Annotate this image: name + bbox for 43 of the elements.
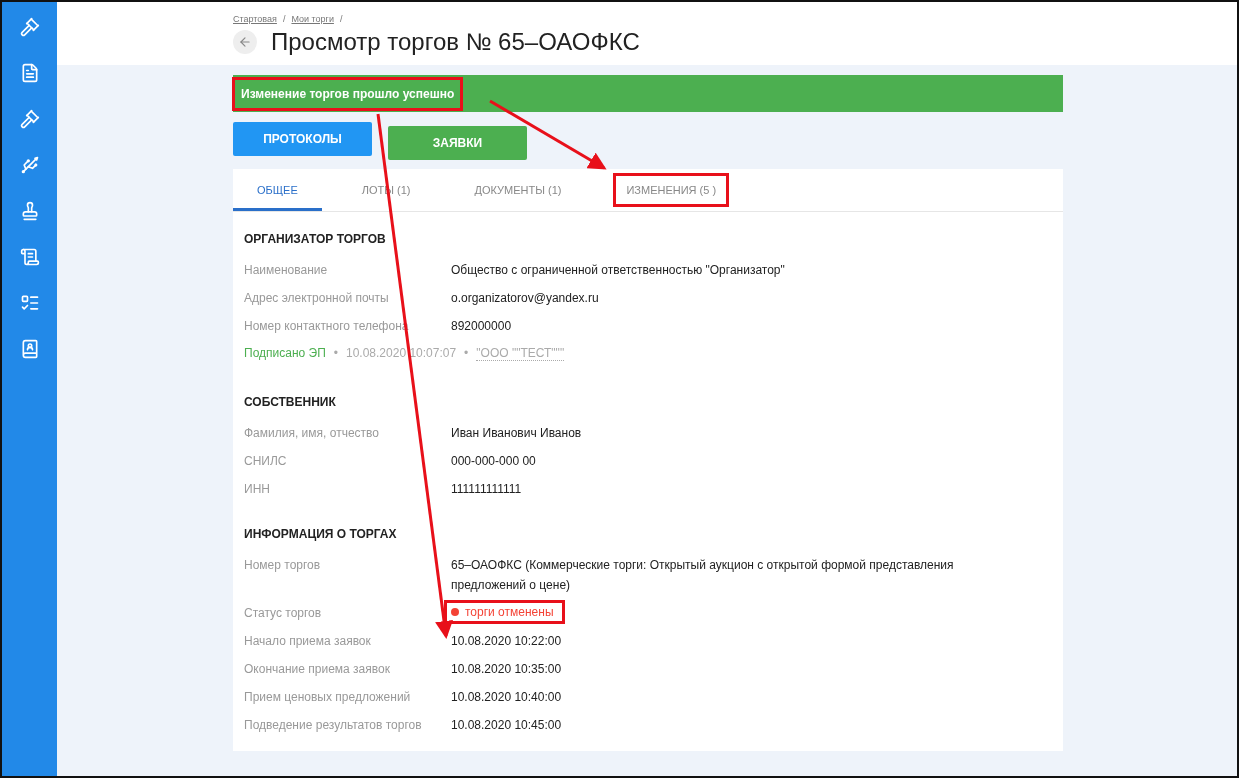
signature-status: Подписано ЭП xyxy=(244,346,326,361)
back-arrow-icon xyxy=(238,35,252,49)
field-label: Статус торгов xyxy=(244,605,323,622)
bullet-separator: • xyxy=(333,346,338,361)
field-value: Иван Иванович Иванов xyxy=(451,425,583,442)
action-button[interactable]: ЗАЯВКИ xyxy=(388,126,527,160)
field-label: Начало приема заявок xyxy=(244,633,372,650)
breadcrumb-link[interactable]: Стартовая xyxy=(233,14,277,24)
field-value: 10.08.2020 10:22:00 xyxy=(451,633,563,650)
field-value: 10.08.2020 10:40:00 xyxy=(451,689,563,706)
field-label: Окончание приема заявок xyxy=(244,661,391,678)
field-label: Адрес электронной почты xyxy=(244,290,390,307)
signer-link[interactable]: "ООО ""ТЕСТ""" xyxy=(476,346,565,361)
section-title: СОБСТВЕННИК xyxy=(244,395,337,409)
back-button[interactable] xyxy=(233,30,257,54)
tab[interactable]: ИЗМЕНЕНИЯ (5 ) xyxy=(613,173,730,207)
section-title: ОРГАНИЗАТОР ТОРГОВ xyxy=(244,232,387,246)
field-value: o.organizatorov@yandex.ru xyxy=(451,290,600,307)
field-label: СНИЛС xyxy=(244,453,288,470)
field-value: 10.08.2020 10:45:00 xyxy=(451,717,563,734)
field-label: Прием ценовых предложений xyxy=(244,689,412,706)
tab[interactable]: ОБЩЕЕ xyxy=(233,169,322,211)
status-text: торги отменены xyxy=(465,605,554,619)
bullet-separator: • xyxy=(464,346,469,361)
field-label: Подведение результатов торгов xyxy=(244,717,423,734)
page-title: Просмотр торгов № 65–ОАОФКС xyxy=(271,28,640,56)
field-value: 000-000-000 00 xyxy=(451,453,537,470)
breadcrumb-separator: / xyxy=(282,14,286,24)
field-label: Фамилия, имя, отчество xyxy=(244,425,380,442)
success-message: Изменение торгов прошло успешно xyxy=(235,79,461,108)
tab[interactable]: ДОКУМЕНТЫ (1) xyxy=(450,169,586,211)
field-value: 65–ОАОФКС (Коммерческие торги: Открытый аукцион с открытой формой представления предложений о цене) xyxy=(451,557,955,594)
field-value: 892000000 xyxy=(451,318,513,335)
field-value: Общество с ограниченной ответственностью "Организатор" xyxy=(451,262,786,279)
field-label: ИНН xyxy=(244,481,271,498)
breadcrumb-link[interactable]: Мои торги xyxy=(291,14,334,24)
field-label: Номер торгов xyxy=(244,557,322,574)
section-title: ИНФОРМАЦИЯ О ТОРГАХ xyxy=(244,527,398,541)
field-value: 10.08.2020 10:35:00 xyxy=(451,661,563,678)
field-value: 111111111111 xyxy=(451,481,523,498)
breadcrumb-separator: / xyxy=(339,14,343,24)
field-label: Наименование xyxy=(244,262,329,279)
action-button[interactable]: ПРОТОКОЛЫ xyxy=(233,122,372,156)
